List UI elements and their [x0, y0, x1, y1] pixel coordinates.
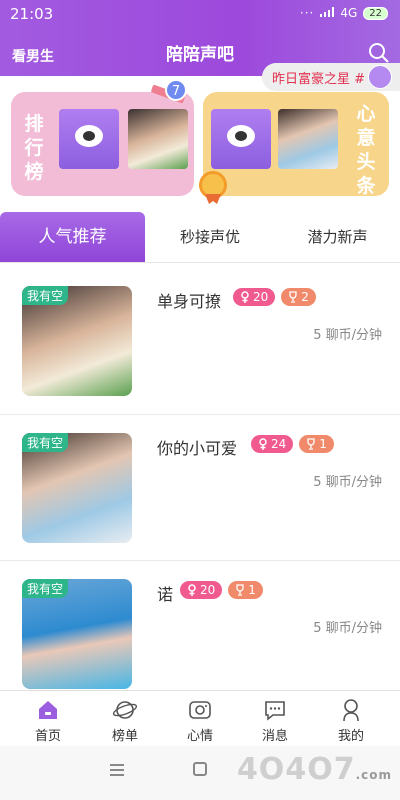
- nav-home[interactable]: 首页: [8, 691, 88, 747]
- ranking-card-label: 排行榜: [24, 113, 44, 183]
- bottom-nav: 首页 榜单 心情 消息 我的: [0, 690, 400, 746]
- nav-profile[interactable]: 我的: [311, 691, 391, 747]
- ranking-card[interactable]: 排行榜: [11, 92, 194, 196]
- search-icon[interactable]: [368, 42, 390, 64]
- nav-home-label: 首页: [34, 729, 61, 744]
- battery-level: 22: [363, 6, 388, 20]
- signal-icon: [320, 6, 335, 20]
- nav-mood[interactable]: 心情: [160, 691, 240, 747]
- chat-icon: [262, 697, 288, 723]
- rich-star-marquee[interactable]: 昨日富豪之星 #: [262, 63, 400, 91]
- status-indicators: ··· 4G 22: [300, 6, 388, 20]
- likes-count: 20: [200, 583, 216, 597]
- host-list: 我有空 单身可撩 20 2 5 聊币/分钟 我有空 你的小可爱 24 1 5 聊…: [0, 268, 400, 706]
- home-icon: [35, 697, 61, 723]
- trophy-icon: [307, 438, 315, 450]
- watermark-text: 4O4O7: [236, 752, 356, 787]
- nav-profile-label: 我的: [337, 729, 364, 744]
- medal-icon: [199, 171, 227, 199]
- trophy-count: 1: [319, 437, 327, 451]
- female-icon: [241, 291, 249, 303]
- nav-ranking[interactable]: 榜单: [85, 691, 165, 747]
- trophy-badge: 1: [299, 435, 334, 453]
- notification-dots: ···: [299, 6, 315, 20]
- trophy-count: 2: [301, 290, 309, 304]
- host-tags: 20 2: [233, 288, 316, 306]
- network-type: 4G: [340, 6, 358, 20]
- ranking-thumb-photo: [128, 109, 188, 169]
- heart-thumb-mascot: [211, 109, 271, 169]
- likes-badge: 20: [180, 581, 223, 599]
- watermark-logo: 4O4O7.com: [237, 752, 392, 787]
- price-per-minute: 5 聊币/分钟: [313, 328, 382, 343]
- list-item[interactable]: 我有空 你的小可爱 24 1 5 聊币/分钟: [0, 414, 400, 560]
- available-badge: 我有空: [22, 286, 69, 305]
- home-button-icon[interactable]: [193, 762, 207, 776]
- host-tags: 24 1: [251, 435, 334, 453]
- likes-count: 24: [271, 437, 287, 451]
- marquee-text: 昨日富豪之星 #: [272, 71, 366, 87]
- available-badge: 我有空: [22, 433, 69, 452]
- tab-instant-answer[interactable]: 秒接声优: [145, 212, 275, 262]
- nav-ranking-label: 榜单: [111, 729, 138, 744]
- rank-number-badge: 7: [165, 79, 187, 101]
- category-tabs: 人气推荐 秒接声优 潜力新声: [0, 212, 400, 262]
- list-item[interactable]: 我有空 单身可撩 20 2 5 聊币/分钟: [0, 268, 400, 414]
- trophy-badge: 2: [281, 288, 316, 306]
- host-name: 你的小可爱: [157, 439, 238, 458]
- planet-icon: [112, 697, 138, 723]
- heart-headline-card[interactable]: 心意头条: [203, 92, 389, 197]
- heart-card-label: 心意头条: [356, 103, 376, 197]
- price-per-minute: 5 聊币/分钟: [313, 475, 382, 490]
- host-tags: 20 1: [180, 581, 263, 599]
- tab-popular[interactable]: 人气推荐: [0, 212, 145, 262]
- nav-messages[interactable]: 消息: [235, 691, 315, 747]
- list-item[interactable]: 我有空 诺 20 1 5 聊币/分钟: [0, 560, 400, 706]
- profile-icon: [338, 697, 364, 723]
- trophy-icon: [289, 291, 297, 303]
- trophy-icon: [236, 584, 244, 596]
- marquee-avatar: [368, 65, 392, 89]
- price-per-minute: 5 聊币/分钟: [313, 621, 382, 636]
- nav-mood-label: 心情: [186, 729, 213, 744]
- available-badge: 我有空: [22, 579, 69, 598]
- watermark-sub: .com: [355, 768, 392, 782]
- menu-icon[interactable]: [110, 764, 124, 776]
- ranking-thumb-mascot: [59, 109, 119, 169]
- camera-icon: [187, 697, 213, 723]
- host-name: 单身可撩: [157, 292, 222, 311]
- heart-thumb-photo: [278, 109, 338, 169]
- host-name: 诺: [157, 585, 174, 604]
- nav-messages-label: 消息: [261, 729, 288, 744]
- tab-divider: [0, 262, 400, 263]
- female-icon: [188, 584, 196, 596]
- likes-badge: 24: [251, 435, 294, 453]
- status-bar: 21:03 ··· 4G 22: [0, 0, 400, 28]
- likes-count: 20: [253, 290, 269, 304]
- tab-new-voices[interactable]: 潜力新声: [275, 212, 400, 262]
- status-time: 21:03: [10, 5, 54, 23]
- page-title: 陪陪声吧: [166, 45, 234, 65]
- trophy-count: 1: [248, 583, 256, 597]
- trophy-badge: 1: [228, 581, 263, 599]
- female-icon: [259, 438, 267, 450]
- likes-badge: 20: [233, 288, 276, 306]
